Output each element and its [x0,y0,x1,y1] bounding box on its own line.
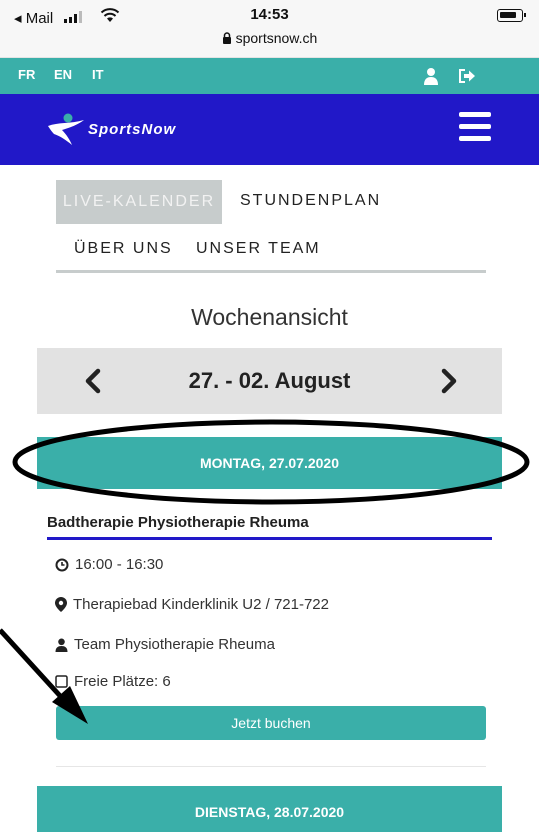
book-now-button[interactable]: Jetzt buchen [56,706,486,740]
nav-unser-team[interactable]: UNSER TEAM [196,240,321,258]
event-location: Therapiebad Kinderklinik U2 / 721-722 [55,596,329,613]
address-bar[interactable]: sportsnow.ch [0,30,539,46]
lock-icon [222,32,231,44]
language-it[interactable]: IT [92,67,104,82]
nav-divider [56,270,486,273]
logout-icon[interactable] [458,68,476,84]
checkbox-icon [55,675,68,688]
language-fr[interactable]: FR [18,67,35,82]
sportsnow-logo-icon[interactable] [46,112,86,146]
week-navigator: 27. - 02. August [37,348,502,414]
user-icon [55,638,68,652]
view-title: Wochenansicht [191,304,348,330]
week-range: 27. - 02. August [188,368,351,393]
event-free-spots-text: Freie Plätze: 6 [74,673,171,690]
status-bar: ◂ Mail 14:53 sportsnow.ch [0,0,539,58]
language-en[interactable]: EN [54,67,72,82]
event-time: 16:00 - 16:30 [55,556,163,573]
event-title[interactable]: Badtherapie Physiotherapie Rheuma [47,514,309,531]
event-team-text: Team Physiotherapie Rheuma [74,636,275,653]
user-icon[interactable] [423,67,439,85]
menu-icon[interactable] [459,112,491,142]
event-divider [47,537,492,540]
clock: 14:53 [250,6,289,23]
battery-icon [497,9,526,22]
nav-live-kalender[interactable]: LIVE-KALENDER [56,180,222,224]
clock-icon [55,558,69,571]
event-separator [56,766,486,767]
event-time-text: 16:00 - 16:30 [75,556,164,573]
header: SportsNow [0,94,539,165]
day-header-monday: MONTAG, 27.07.2020 [37,437,502,489]
nav-stundenplan[interactable]: STUNDENPLAN [240,192,381,210]
day-header-tuesday: DIENSTAG, 28.07.2020 [37,786,502,832]
event-free-spots: Freie Plätze: 6 [55,673,171,690]
nav-ueber-uns[interactable]: ÜBER UNS [74,240,173,258]
language-bar: FR EN IT [0,58,539,94]
url-text: sportsnow.ch [235,30,318,46]
event-team: Team Physiotherapie Rheuma [55,636,275,653]
map-marker-icon [55,597,67,612]
chevron-right-icon[interactable] [439,368,459,394]
brand-name: SportsNow [88,121,177,138]
event-location-text: Therapiebad Kinderklinik U2 / 721-722 [73,596,329,613]
